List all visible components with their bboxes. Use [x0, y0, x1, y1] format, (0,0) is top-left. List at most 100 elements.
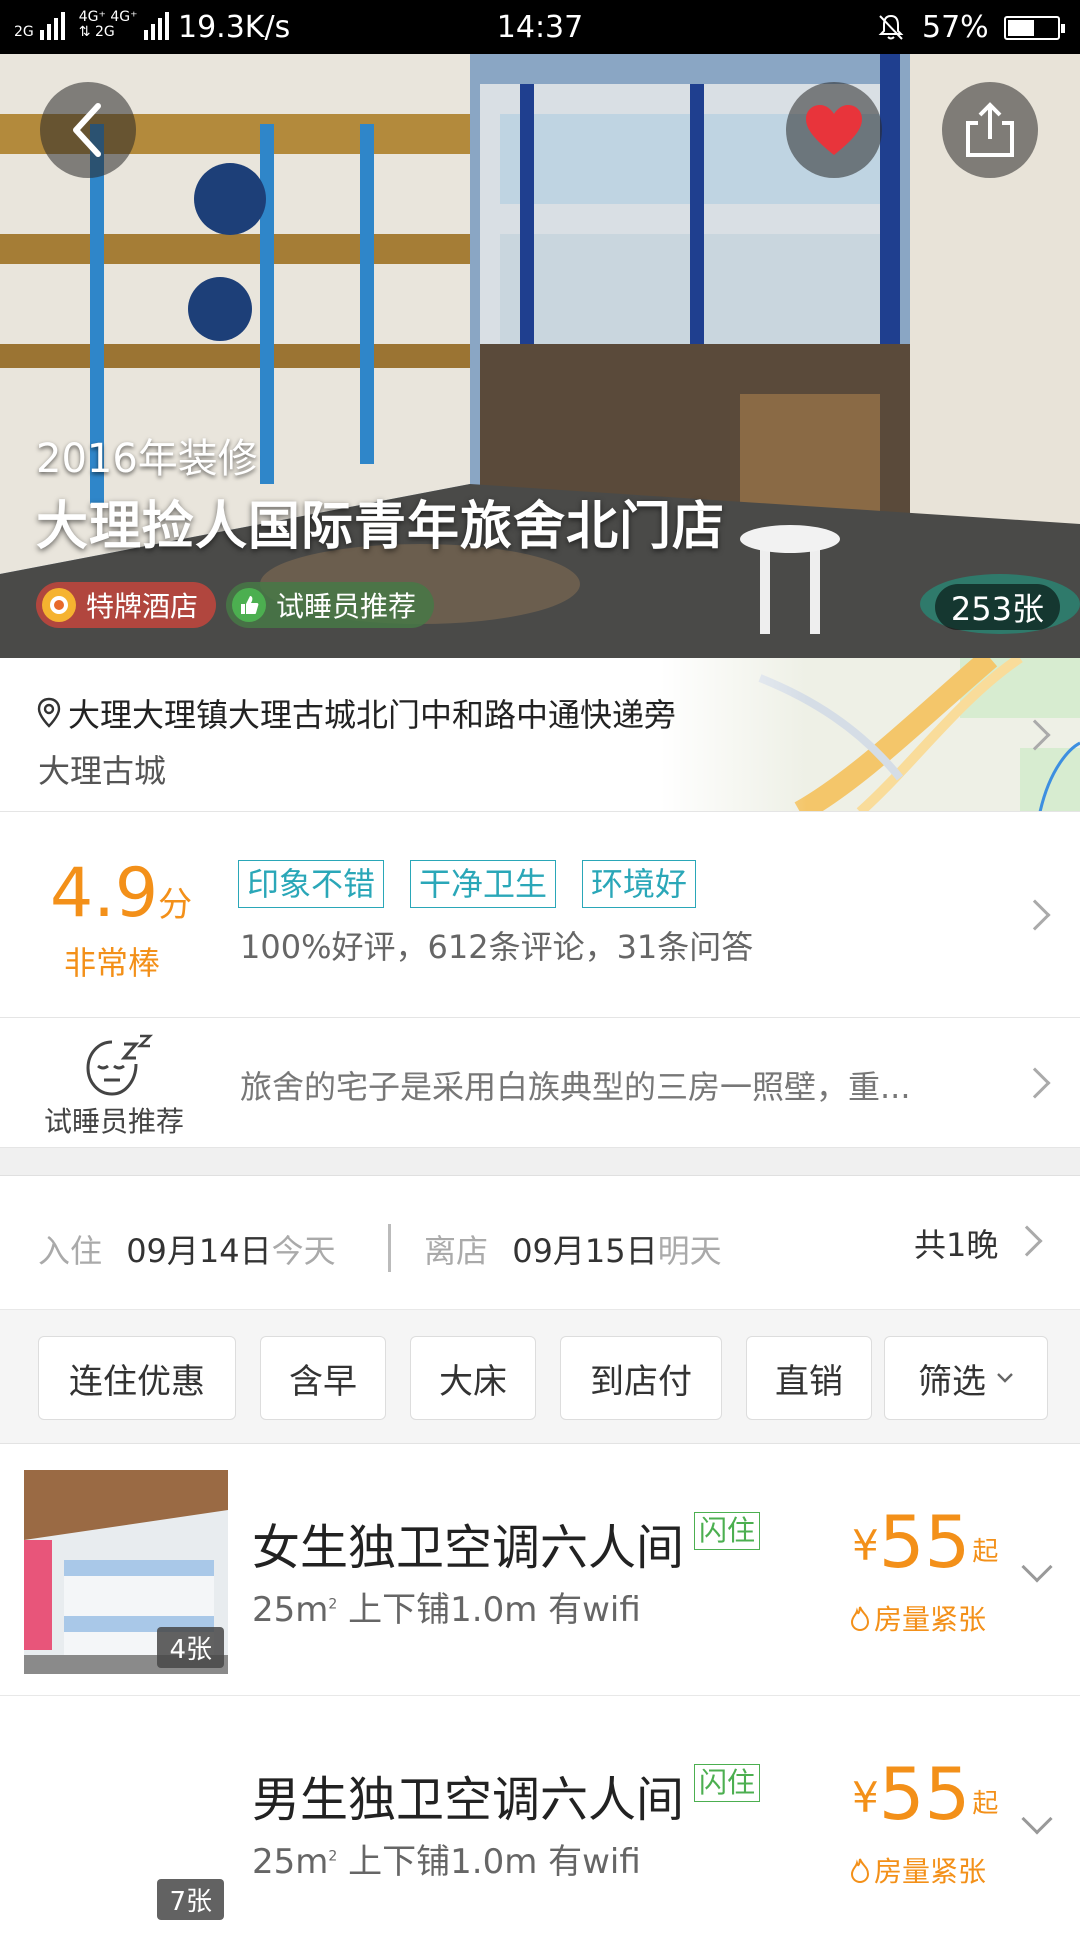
clock: 14:37 — [496, 10, 584, 45]
address-row[interactable]: 大理大理镇大理古城北门中和路中通快递旁 大理古城 — [0, 658, 1080, 812]
availability-text: 房量紧张 — [874, 1855, 987, 1888]
availability-status: 房量紧张 — [850, 1850, 986, 1890]
nights-count: 共1晚 — [914, 1226, 999, 1264]
review-tag: 环境好 — [582, 860, 697, 908]
badge-label: 试睡员推荐 — [276, 590, 417, 623]
flash-stay-tag: 闪住 — [694, 1512, 761, 1550]
chevron-down-icon — [997, 1373, 1013, 1383]
rating-score: 4.9分 — [50, 854, 192, 933]
flame-icon — [850, 1858, 870, 1883]
area-unit-sup: 2 — [328, 1596, 338, 1613]
hotel-badges: 特牌酒店 试睡员推荐 — [36, 582, 435, 628]
back-arrow-icon — [73, 103, 101, 157]
section-divider — [0, 1148, 1080, 1176]
score-value: 4.9 — [50, 854, 159, 933]
battery-percent: 57% — [922, 10, 989, 45]
photo-count: 4张 — [157, 1627, 224, 1668]
status-bar: 2G 4G⁺ 4G⁺ ⇅ 2G 19.3K/s 14:37 57% — [0, 0, 1080, 54]
filter-more-label: 筛选 — [918, 1361, 986, 1402]
room-details: 25m2 上下铺1.0m 有wifi — [252, 1582, 641, 1631]
review-tags: 印象不错 干净卫生 环境好 — [238, 860, 697, 908]
expand-chevron-icon[interactable] — [1021, 1803, 1053, 1835]
hotel-name: 大理捡人国际青年旅舍北门店 — [36, 497, 726, 557]
back-button[interactable] — [40, 82, 136, 178]
filter-big-bed[interactable]: 大床 — [410, 1336, 536, 1420]
review-tag: 干净卫生 — [410, 860, 557, 908]
review-tag: 印象不错 — [238, 860, 385, 908]
area-unit-sup: 2 — [328, 1848, 338, 1865]
tester-recommend-row[interactable]: 试睡员推荐 旅舍的宅子是采用白族典型的三房一照壁，重... — [0, 1018, 1080, 1148]
tester-review-excerpt: 旅舍的宅子是采用白族典型的三房一照壁，重... — [240, 1068, 911, 1106]
room-features: 上下铺1.0m 有wifi — [348, 1842, 641, 1882]
thumbs-up-icon — [232, 588, 267, 622]
score-unit: 分 — [158, 885, 193, 925]
price-from-suffix: 起 — [972, 1789, 999, 1819]
flash-stay-tag: 闪住 — [694, 1764, 761, 1802]
renovation-year: 2016年装修 — [36, 436, 258, 482]
district-name: 大理古城 — [38, 752, 167, 790]
hotel-courtyard-photo — [0, 54, 1080, 658]
address-line: 大理大理镇大理古城北门中和路中通快递旁 — [68, 696, 677, 734]
price-amount: 55 — [878, 1752, 971, 1836]
tester-label: 试睡员推荐 — [44, 1105, 185, 1138]
price-from-suffix: 起 — [972, 1537, 999, 1567]
photo-count: 7张 — [157, 1879, 224, 1920]
currency-symbol: ¥ — [852, 1521, 879, 1570]
filter-consecutive-discount[interactable]: 连住优惠 — [38, 1336, 236, 1420]
expand-chevron-icon[interactable] — [1021, 1551, 1053, 1583]
premium-hotel-badge: 特牌酒店 — [36, 582, 217, 628]
filter-direct-sale[interactable]: 直销 — [746, 1336, 872, 1420]
checkin-label: 入住 — [38, 1232, 103, 1270]
battery-icon — [1004, 16, 1065, 40]
share-button[interactable] — [942, 82, 1038, 178]
share-icon — [966, 102, 1014, 157]
room-price: ¥ 55 起 — [852, 1758, 998, 1830]
rating-label: 非常棒 — [64, 944, 161, 982]
checkout-relative: 明天 — [657, 1232, 722, 1270]
chevron-right-icon — [1019, 1067, 1051, 1099]
location-pin-icon — [37, 697, 61, 728]
checkin-relative: 今天 — [271, 1232, 336, 1270]
room-filter-bar: 连住优惠 含早 大床 到店付 直销 筛选 — [0, 1310, 1080, 1444]
rating-row[interactable]: 4.9分 非常棒 印象不错 干净卫生 环境好 100%好评，612条评论，31条… — [0, 812, 1080, 1018]
map-thumbnail — [660, 658, 1080, 811]
room-photo[interactable]: 7张 — [24, 1722, 228, 1926]
checkout-value: 09月15日 — [512, 1232, 658, 1270]
room-area: 25m — [252, 1842, 329, 1882]
availability-text: 房量紧张 — [874, 1603, 987, 1636]
room-details: 25m2 上下铺1.0m 有wifi — [252, 1834, 641, 1883]
room-title: 女生独卫空调六人间 — [252, 1520, 685, 1576]
favorite-button[interactable] — [786, 82, 882, 178]
bell-muted-icon — [878, 14, 904, 40]
filter-more-button[interactable]: 筛选 — [884, 1336, 1048, 1420]
filter-pay-at-hotel[interactable]: 到店付 — [560, 1336, 722, 1420]
badge-label: 特牌酒店 — [86, 590, 199, 623]
date-divider — [388, 1224, 391, 1272]
room-features: 上下铺1.0m 有wifi — [348, 1590, 641, 1630]
room-name: 男生独卫空调六人间 闪住 — [252, 1760, 761, 1830]
review-stats: 100%好评，612条评论，31条问答 — [240, 928, 754, 966]
availability-status: 房量紧张 — [850, 1598, 986, 1638]
room-title: 男生独卫空调六人间 — [252, 1772, 685, 1828]
stay-dates-row[interactable]: 入住 09月14日今天 离店 09月15日明天 共1晚 — [0, 1176, 1080, 1310]
room-price: ¥ 55 起 — [852, 1506, 998, 1578]
medal-icon — [42, 588, 76, 622]
currency-symbol: ¥ — [852, 1773, 879, 1822]
flame-icon — [850, 1606, 870, 1631]
room-photo[interactable]: 4张 — [24, 1470, 228, 1674]
room-item[interactable]: 7张 男生独卫空调六人间 闪住 25m2 上下铺1.0m 有wifi ¥ 55 … — [0, 1696, 1080, 1948]
chevron-right-icon — [1011, 1225, 1043, 1257]
photo-count[interactable]: 253张 — [934, 584, 1060, 630]
chevron-right-icon — [1019, 899, 1051, 931]
checkin-value: 09月14日 — [126, 1232, 272, 1270]
tester-recommend-badge: 试睡员推荐 — [226, 582, 435, 628]
hotel-hero-photo[interactable]: 2016年装修 大理捡人国际青年旅舍北门店 特牌酒店 试睡员推荐 253张 — [0, 54, 1080, 658]
sleep-face-icon — [86, 1034, 154, 1096]
checkin-date[interactable]: 入住 09月14日今天 — [38, 1226, 336, 1272]
room-item[interactable]: 4张 女生独卫空调六人间 闪住 25m2 上下铺1.0m 有wifi ¥ 55 … — [0, 1444, 1080, 1696]
checkout-date[interactable]: 离店 09月15日明天 — [424, 1226, 722, 1272]
room-area: 25m — [252, 1590, 329, 1630]
filter-breakfast[interactable]: 含早 — [260, 1336, 386, 1420]
address-text: 大理大理镇大理古城北门中和路中通快递旁 — [36, 690, 676, 736]
price-amount: 55 — [878, 1500, 971, 1584]
